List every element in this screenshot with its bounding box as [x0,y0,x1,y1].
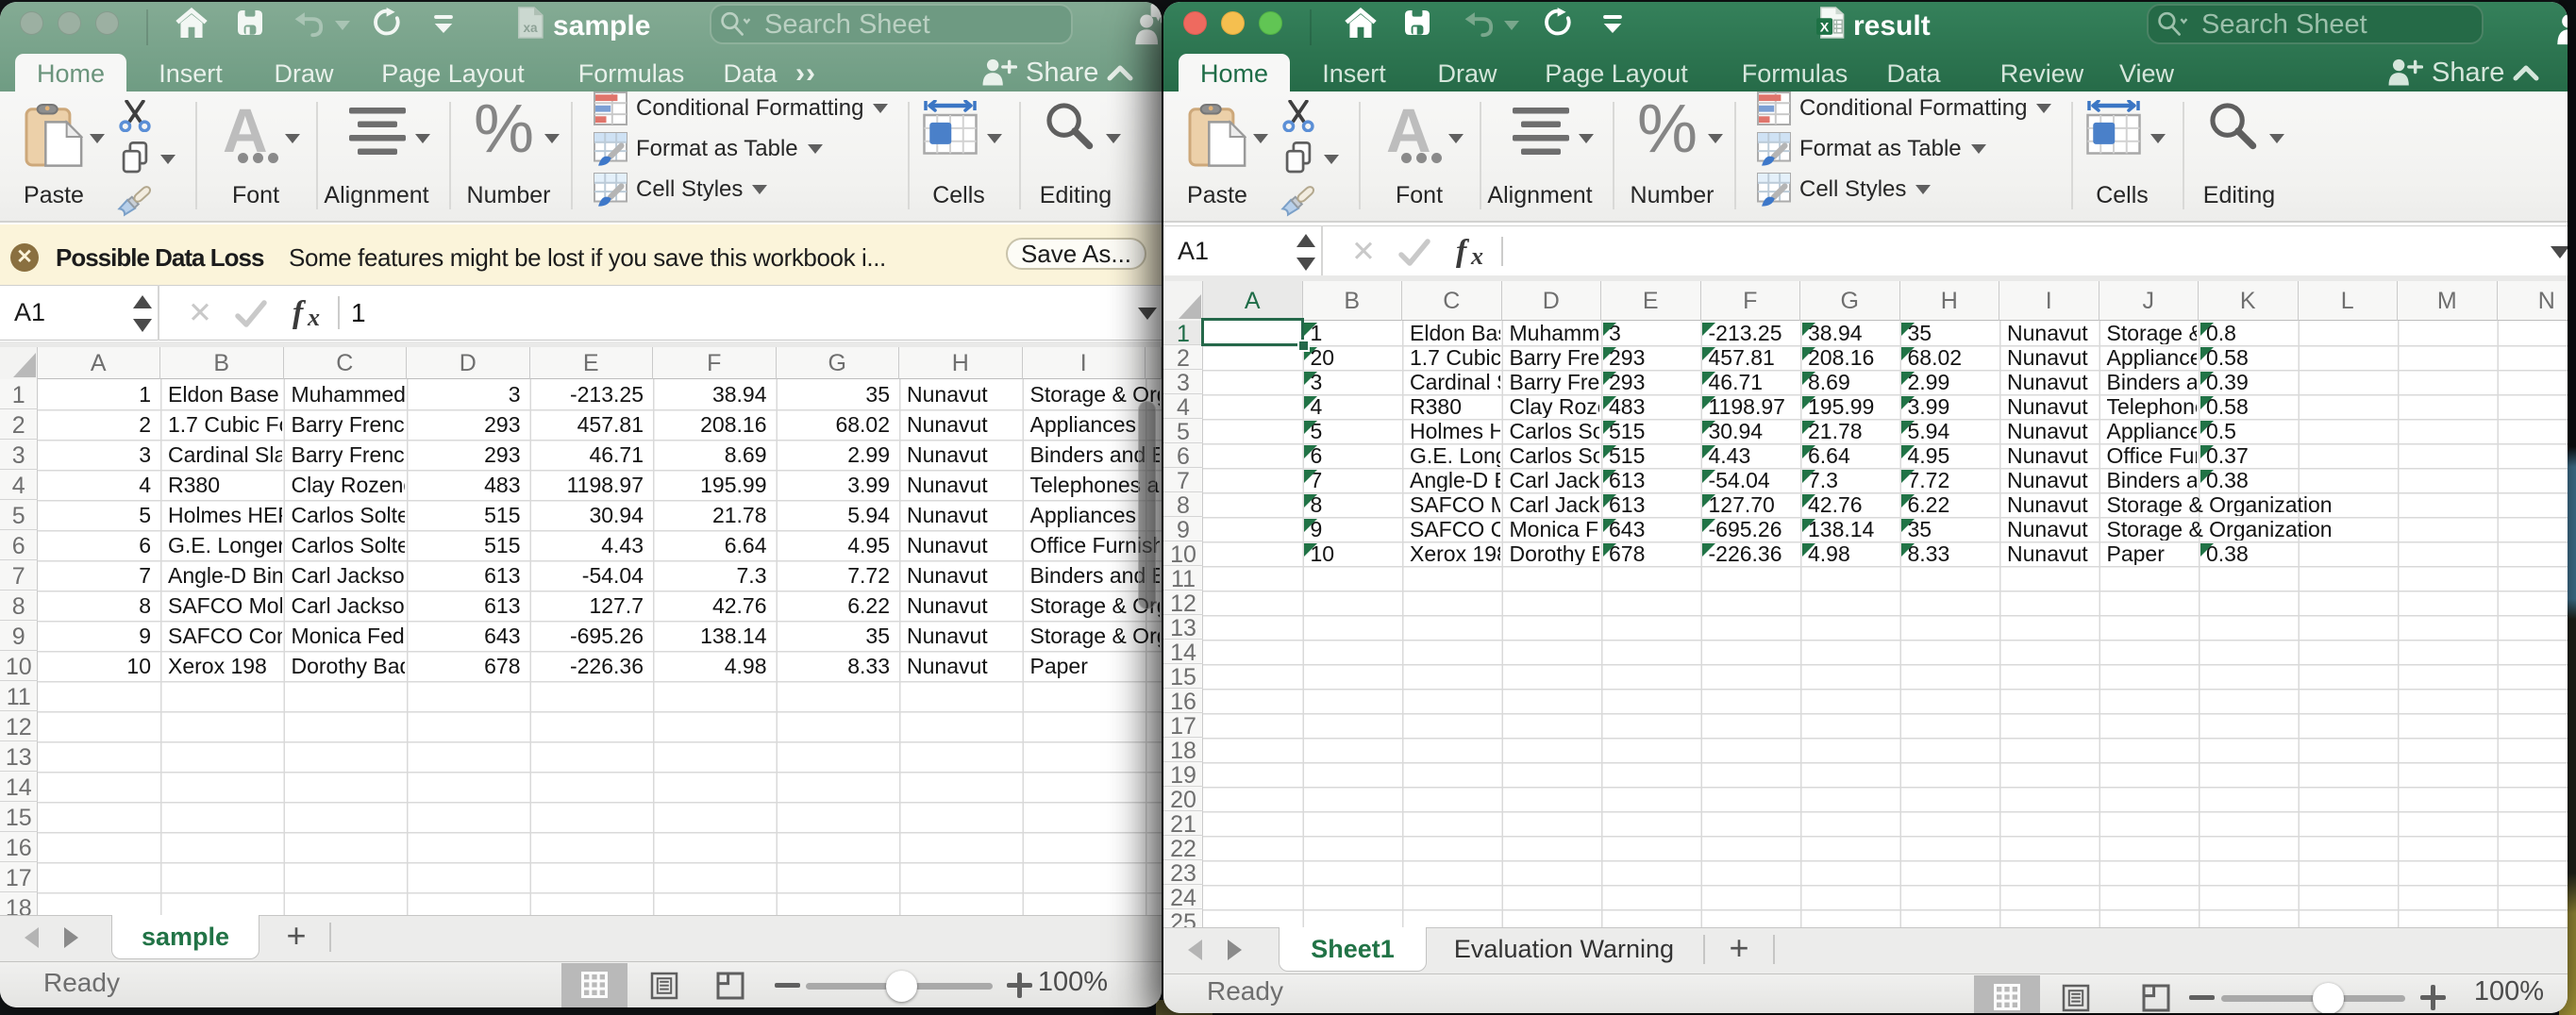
svg-text:X: X [1820,21,1830,36]
svg-text:x: x [307,304,320,331]
svg-text:f: f [293,295,307,330]
svg-text:f: f [1456,234,1470,269]
svg-text:x: x [1470,242,1483,270]
svg-text:xa: xa [523,21,538,35]
